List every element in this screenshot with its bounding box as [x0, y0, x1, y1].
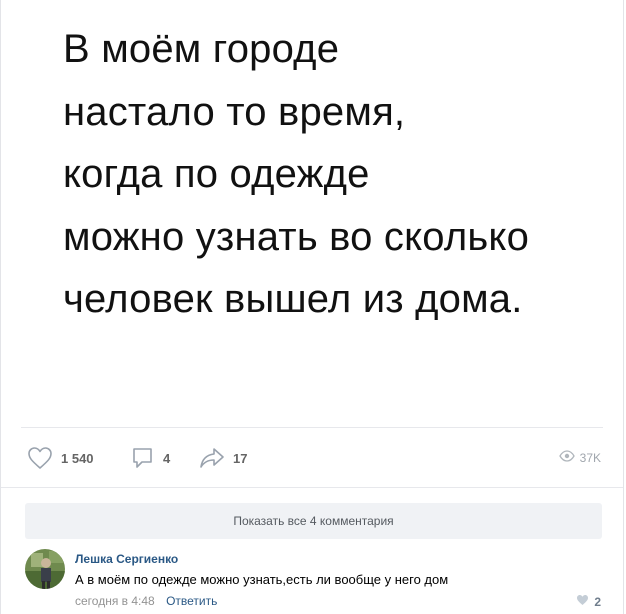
share-arrow-icon — [199, 446, 225, 470]
meme-line: когда по одежде — [63, 152, 370, 196]
divider — [21, 427, 603, 428]
like-button[interactable]: 1 540 — [27, 446, 94, 470]
comment-icon — [131, 446, 155, 470]
views-counter: 37K — [558, 446, 601, 470]
heart-icon — [576, 593, 589, 611]
post-actions-bar: 1 540 4 17 37K — [25, 446, 601, 470]
comment-count: 4 — [163, 450, 171, 466]
comment-like-button[interactable]: 2 — [576, 593, 601, 611]
like-count: 1 540 — [61, 450, 94, 466]
divider — [1, 487, 623, 488]
meme-line: настало то время, — [63, 89, 406, 134]
views-count: 37K — [579, 451, 601, 465]
heart-icon — [27, 446, 53, 470]
avatar[interactable] — [25, 549, 65, 589]
comment-time[interactable]: сегодня в 4:48 — [75, 594, 155, 608]
share-count: 17 — [233, 450, 248, 466]
meme-image-text: В моём городе настало то время, когда по… — [63, 18, 603, 331]
meme-line: человек вышел из дома. — [63, 277, 523, 321]
share-button[interactable]: 17 — [199, 446, 247, 470]
comment-meta: сегодня в 4:48 Ответить — [75, 594, 217, 608]
comment-item: Лешка Сергиенко А в моём по одежде можно… — [25, 549, 603, 611]
comment-button[interactable]: 4 — [131, 446, 170, 470]
reply-button[interactable]: Ответить — [166, 594, 217, 608]
comment-author-link[interactable]: Лешка Сергиенко — [75, 552, 178, 566]
meme-line: можно узнать во сколько — [63, 214, 530, 259]
eye-icon — [558, 449, 575, 467]
post-card: В моём городе настало то время, когда по… — [0, 0, 624, 614]
comment-like-count: 2 — [594, 595, 601, 609]
comment-text: А в моём по одежде можно узнать,есть ли … — [75, 572, 449, 587]
meme-line: В моём городе — [63, 27, 340, 71]
show-all-comments-button[interactable]: Показать все 4 комментария — [25, 503, 602, 539]
